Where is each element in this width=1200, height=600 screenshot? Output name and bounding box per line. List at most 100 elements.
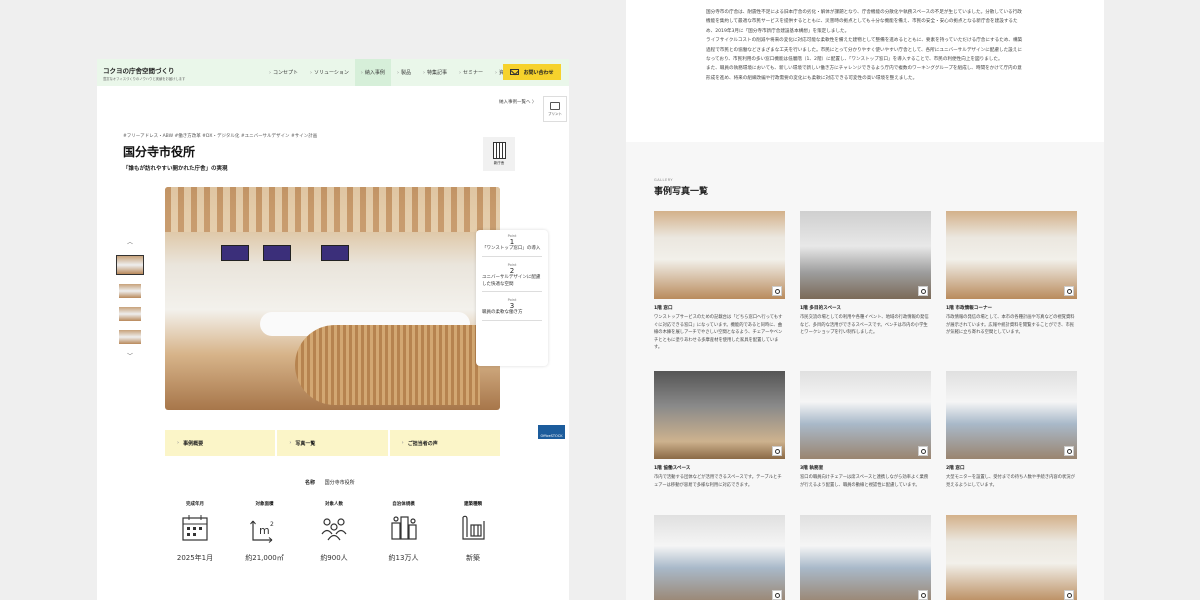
photo-text: ワンストップサービスのための記載台は「どちら窓口へ行ってもすぐに対応できる窓口」… xyxy=(654,315,783,351)
photo[interactable] xyxy=(800,211,931,299)
photo-card[interactable]: 1階 協働スペース 市内で活動する団体などが活用できるスペースです。テーブルとチ… xyxy=(654,371,785,489)
brand-subtitle: 豊富なオフィスづくりのノウハウと実績をお届けします xyxy=(103,76,186,81)
svg-text:2: 2 xyxy=(270,521,274,528)
chevron-right-icon: › xyxy=(396,69,399,76)
name-value: 国分寺市役所 xyxy=(324,480,355,486)
description-paragraph: 国分寺市の庁舎は、耐震性不足による旧本庁舎の劣化・解体が課題となり、庁舎機能の分… xyxy=(706,10,1022,34)
printer-icon xyxy=(550,101,560,110)
zoom-icon[interactable] xyxy=(772,446,782,456)
stat-label: 自治体規模 xyxy=(392,502,415,507)
print-button[interactable]: プリント xyxy=(543,96,567,122)
thumb-down-arrow[interactable]: ﹀ xyxy=(127,351,133,360)
zoom-icon[interactable] xyxy=(918,590,928,600)
nav-cases[interactable]: › 納入事例 xyxy=(354,59,391,86)
point-text[interactable]: ユニバーサルデザインに配慮した快適な空間 xyxy=(482,275,542,293)
photo[interactable] xyxy=(654,515,785,600)
mail-icon xyxy=(510,69,520,75)
stat-label: 対象面積 xyxy=(255,502,274,507)
svg-text:m: m xyxy=(259,524,270,537)
photo-card[interactable] xyxy=(654,515,785,600)
photo-card[interactable]: 1階 市政情報コーナー 市政情報の発信の場として、本市の各種計画や写真などの視覚… xyxy=(946,211,1077,337)
page-title: 国分寺市役所 xyxy=(123,145,196,159)
zoom-icon[interactable] xyxy=(918,446,928,456)
people-icon xyxy=(321,518,347,541)
office-stock-badge[interactable]: OfficeSTOCK xyxy=(538,425,565,439)
brand[interactable]: コクヨの庁舎空間づくり 豊富なオフィスづくりのノウハウと実績をお届けします xyxy=(103,65,185,81)
main-nav: ›コンセプト ›ソリューション ›納入事例 ›製品 ›特集記事 ›セミナー ›資… xyxy=(263,59,515,86)
thumbnail[interactable] xyxy=(116,255,144,275)
zoom-icon[interactable] xyxy=(1064,446,1074,456)
tab-label: 事例概要 xyxy=(183,440,204,447)
zoom-icon[interactable] xyxy=(918,286,928,296)
building-icon xyxy=(492,142,506,159)
thumbnail[interactable] xyxy=(119,307,141,321)
back-to-cases-link[interactable]: 納入事例一覧へ 〉 xyxy=(499,99,536,105)
photo[interactable] xyxy=(800,371,931,459)
zoom-icon[interactable] xyxy=(772,286,782,296)
photo-card[interactable]: 2階 窓口 大型モニターを設置し、受付までの待ち人数や手続き内容の状況が見えるよ… xyxy=(946,371,1077,489)
contact-label: お問い合わせ xyxy=(523,69,554,76)
area-m2-icon: m 2 xyxy=(249,520,274,543)
point-text[interactable]: 職員の柔軟な働き方 xyxy=(482,310,542,321)
calendar-icon xyxy=(182,515,208,541)
nav-label: ソリューション xyxy=(314,70,349,76)
thumb-up-arrow[interactable]: ︿ xyxy=(127,237,133,246)
nav-seminar[interactable]: › セミナー xyxy=(453,59,489,86)
photo[interactable] xyxy=(946,515,1077,600)
zoom-icon[interactable] xyxy=(1064,286,1074,296)
case-page-panel: コクヨの庁舎空間づくり 豊富なオフィスづくりのノウハウと実績をお届けします › コ… xyxy=(97,59,569,600)
point-text[interactable]: 「ワンストップ窓口」の導入 xyxy=(482,246,542,257)
photo[interactable] xyxy=(654,211,785,299)
chevron-right-icon: › xyxy=(310,69,313,76)
stat-value: 約13万人 xyxy=(388,554,419,562)
nav-solution[interactable]: › ソリューション xyxy=(304,59,355,86)
print-label: プリント xyxy=(548,111,562,116)
stat-label: 建築種類 xyxy=(464,502,482,507)
section-tabs: › 事例概要 › 写真一覧 › ご担当者の声 xyxy=(165,430,500,456)
monitor xyxy=(263,245,291,261)
point-number: 2 xyxy=(509,266,515,275)
tab-voice[interactable]: › ご担当者の声 xyxy=(389,430,500,456)
nav-products[interactable]: › 製品 xyxy=(391,59,417,86)
chevron-right-icon: › xyxy=(422,69,425,76)
hero-photo[interactable] xyxy=(165,187,500,410)
page-subtitle: 「誰もが訪れやすい開かれた庁舎」の実現 xyxy=(123,166,228,172)
contact-button[interactable]: お問い合わせ xyxy=(503,64,561,80)
photo-card[interactable] xyxy=(946,515,1077,600)
site-header: コクヨの庁舎空間づくり 豊富なオフィスづくりのノウハウと実績をお届けします › コ… xyxy=(97,59,569,86)
photo[interactable] xyxy=(946,371,1077,459)
nav-concept[interactable]: › コンセプト xyxy=(263,59,304,86)
tab-photos[interactable]: › 写真一覧 xyxy=(277,430,388,456)
gallery-eyebrow: GALLERY xyxy=(654,178,674,182)
chevron-right-icon: › xyxy=(289,440,292,446)
description-block: 国分寺市の庁舎は、耐震性不足による旧本庁舎の劣化・解体が課題となり、庁舎機能の分… xyxy=(626,0,1104,142)
photo-card[interactable]: 1階 多目的スペース 市民交流の場としての利用や各種イベント、地域の行政情報の発… xyxy=(800,211,931,337)
nav-label: 特集記事 xyxy=(426,70,447,76)
zoom-icon[interactable] xyxy=(772,590,782,600)
photo[interactable] xyxy=(946,211,1077,299)
photo-text: 大型モニターを設置し、受付までの待ち人数や手続き内容の状況が見えるようにしていま… xyxy=(946,475,1075,488)
photo-text: 市政情報の発信の場として、本市の各種計画や写真などの視覚資料が展示されています。… xyxy=(946,315,1075,336)
tag-list[interactable]: #フリーアドレス・ABW #働き方改革 #DX・デジタル化 #ユニバーサルデザイ… xyxy=(123,133,317,139)
thumbnail[interactable] xyxy=(119,284,141,298)
tab-label: 写真一覧 xyxy=(295,440,316,447)
photo-caption: 2階 窓口 xyxy=(946,466,965,471)
thumbnail[interactable] xyxy=(119,330,141,344)
zoom-icon[interactable] xyxy=(1064,590,1074,600)
nav-features[interactable]: › 特集記事 xyxy=(417,59,453,86)
photo-caption: 1階 窓口 xyxy=(654,306,673,311)
ceiling-beams xyxy=(165,187,500,232)
photo[interactable] xyxy=(800,515,931,600)
photo-card[interactable]: 1階 窓口 ワンストップサービスのための記載台は「どちら窓口へ行ってもすぐに対応… xyxy=(654,211,785,352)
points-panel: Point 1 「ワンストップ窓口」の導入 Point 2 ユニバーサルデザイン… xyxy=(476,230,548,366)
photo-text: 窓口の職員向けチェアーは席スペースと連携しながら効率よく業務が行えるよう配置し、… xyxy=(800,475,929,488)
photo-card[interactable]: 3階 執務室 窓口の職員向けチェアーは席スペースと連携しながら効率よく業務が行え… xyxy=(800,371,931,489)
wood-counter xyxy=(295,325,480,405)
description-paragraph: ライフサイクルコストの削減や将来の変化に対応可能な柔軟性を備えた建物として整備を… xyxy=(706,38,1023,63)
stat-value: 約900人 xyxy=(320,554,348,562)
photo-card[interactable] xyxy=(800,515,931,600)
category-label: 新庁舎 xyxy=(493,161,505,165)
stat-value: 約21,000㎡ xyxy=(245,554,284,562)
photo[interactable] xyxy=(654,371,785,459)
tab-overview[interactable]: › 事例概要 xyxy=(165,430,276,456)
